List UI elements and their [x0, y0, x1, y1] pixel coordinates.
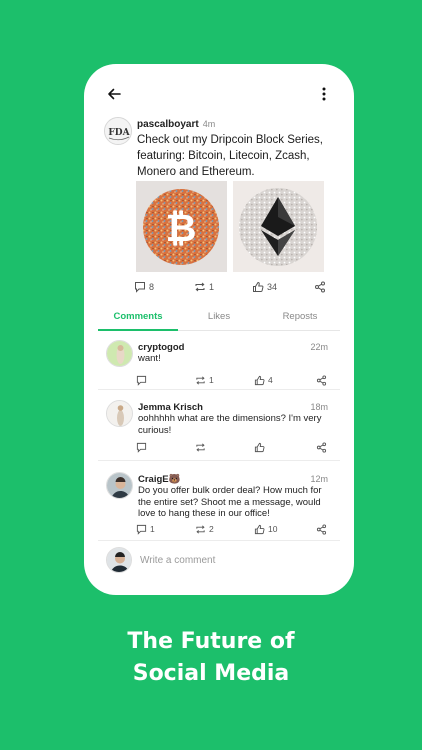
comment-like-button[interactable]: 4 [254, 373, 273, 387]
post-text: Check out my Dripcoin Block Series, feat… [137, 134, 323, 178]
comment-share-button[interactable] [316, 373, 327, 387]
post-author-avatar[interactable]: FDA [104, 117, 132, 145]
back-arrow-icon[interactable] [106, 86, 122, 102]
commenter-name[interactable]: cryptogod [138, 342, 184, 353]
repost-icon [196, 524, 205, 534]
tab-likes[interactable]: Likes [179, 311, 259, 322]
repost-icon [195, 282, 205, 292]
comment-actions: 1 4 [136, 373, 331, 387]
comment-repost-count: 2 [209, 524, 214, 534]
post-like-button[interactable]: 34 [252, 280, 277, 294]
comment-divider [98, 389, 340, 390]
comment-reply-button[interactable]: 1 [136, 522, 155, 536]
post-comment-button[interactable]: 8 [134, 280, 154, 294]
top-bar [84, 64, 354, 120]
post-share-button[interactable] [314, 280, 326, 294]
thumbs-up-icon [254, 442, 265, 452]
comment-repost-count: 1 [209, 375, 214, 385]
phone-frame: FDA pascalboyart 4m Check out my Dripcoin… [84, 64, 354, 595]
commenter-avatar[interactable] [106, 340, 133, 367]
comment-text: oohhhhh what are the dimensions? I'm ver… [138, 413, 322, 436]
more-options-icon[interactable] [318, 86, 330, 102]
comment-share-button[interactable] [316, 522, 327, 536]
post-actions: 8 1 34 [134, 280, 334, 294]
comment-repost-button[interactable]: 2 [195, 522, 214, 536]
active-tab-indicator [98, 329, 178, 331]
comment-repost-button[interactable]: 1 [195, 373, 214, 387]
comment-like-button[interactable]: 10 [254, 522, 277, 536]
post-time: 4m [202, 119, 216, 129]
comment-text: Do you offer bulk order deal? How much f… [138, 485, 322, 519]
thumbs-up-icon [254, 524, 265, 534]
comment-item: cryptogod 22m want! 1 4 [98, 340, 340, 387]
comment-text: want! [138, 353, 161, 364]
comment-share-button[interactable] [316, 440, 327, 454]
repost-icon [196, 375, 205, 385]
comment-reply-button[interactable] [136, 440, 150, 454]
post-repost-button[interactable]: 1 [194, 280, 214, 294]
comment-item: Jemma Krisch 18m oohhhhh what are the di… [98, 400, 340, 454]
comment-actions: 1 2 10 [136, 522, 331, 536]
comment-time: 12m [310, 474, 328, 484]
comment-reply-button[interactable] [136, 373, 150, 387]
headline-line-2: Social Media [132, 661, 290, 686]
ethereum-artwork-image[interactable] [233, 181, 324, 272]
post-author-name[interactable]: pascalboyart [137, 119, 199, 130]
tab-reposts[interactable]: Reposts [260, 311, 340, 322]
thumbs-up-icon [254, 375, 265, 385]
commenter-name[interactable]: Jemma Krisch [138, 402, 203, 413]
svg-text:FDA: FDA [108, 128, 130, 138]
share-icon [316, 374, 327, 386]
share-icon [315, 281, 325, 293]
comment-reply-count: 1 [150, 524, 155, 534]
commenter-avatar[interactable] [106, 472, 133, 499]
post-repost-count: 1 [209, 282, 215, 292]
repost-icon [196, 442, 205, 452]
current-user-avatar [106, 547, 132, 573]
comment-item: CraigE🐻 12m Do you offer bulk order deal… [98, 472, 340, 536]
commenter-name[interactable]: CraigE🐻 [138, 474, 180, 485]
comment-divider [98, 540, 340, 541]
comment-repost-button[interactable] [195, 440, 209, 454]
comment-like-button[interactable] [254, 440, 268, 454]
thumbs-up-icon [253, 281, 264, 292]
post-comment-count: 8 [149, 282, 155, 292]
comment-divider [98, 460, 340, 461]
svg-text:₿: ₿ [166, 206, 197, 250]
comment-icon [136, 375, 147, 386]
marketing-headline: The Future of Social Media [0, 626, 422, 690]
share-icon [316, 441, 327, 453]
tab-bar: Comments Likes Reposts [98, 304, 340, 331]
comment-like-count: 4 [268, 375, 273, 385]
headline-line-1: The Future of [127, 629, 295, 654]
tab-comments[interactable]: Comments [98, 311, 178, 322]
comment-time: 18m [310, 402, 328, 412]
comment-icon [135, 282, 145, 293]
commenter-avatar[interactable] [106, 400, 133, 427]
share-icon [316, 523, 327, 535]
comment-icon [136, 524, 147, 535]
comment-time: 22m [310, 342, 328, 352]
post-like-count: 34 [267, 282, 278, 292]
comment-like-count: 10 [268, 524, 278, 534]
fda-logo-icon: FDA [105, 118, 131, 144]
post-author[interactable]: pascalboyart 4m [137, 119, 215, 130]
bitcoin-artwork-image[interactable]: ₿ [136, 181, 227, 272]
comment-icon [136, 442, 147, 453]
comment-actions [136, 440, 331, 454]
comment-input[interactable] [140, 551, 330, 569]
